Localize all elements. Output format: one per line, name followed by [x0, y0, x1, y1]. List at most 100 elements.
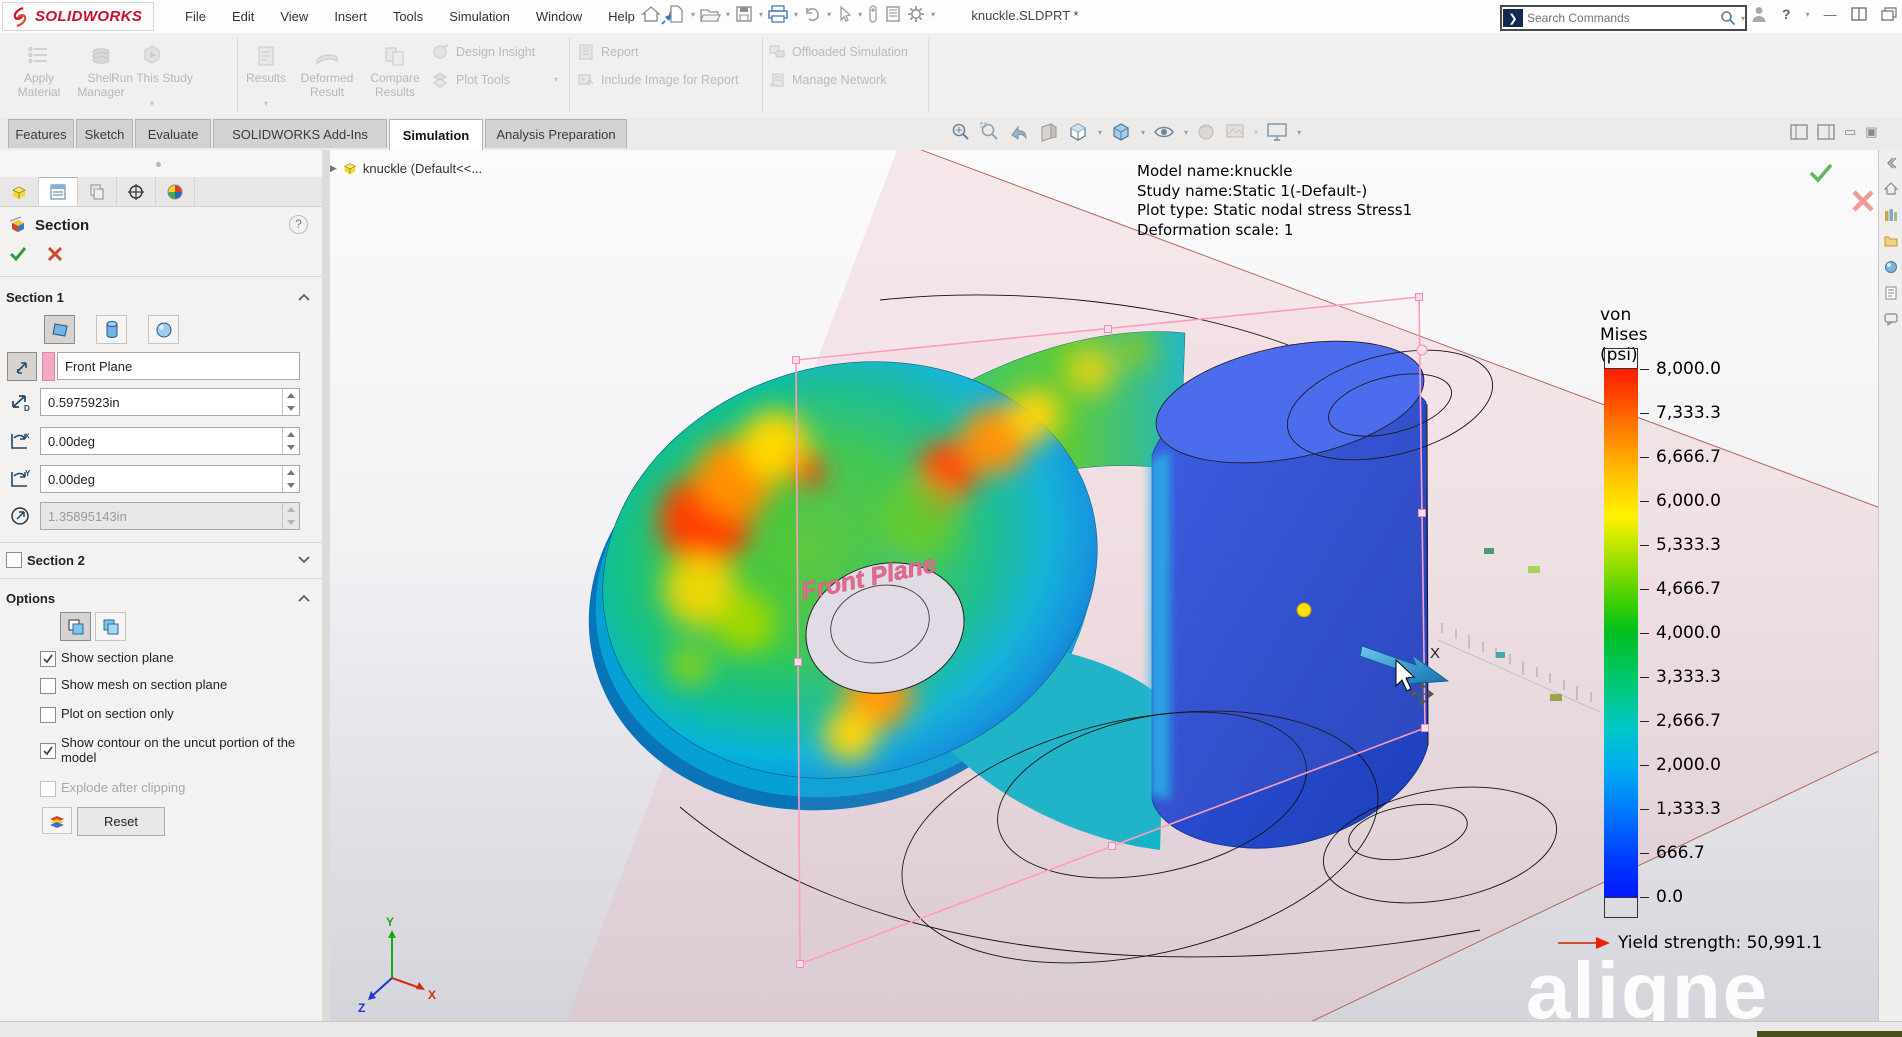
deformed-result-button[interactable]: Deformed Result — [294, 38, 360, 99]
previous-view-icon[interactable] — [1008, 121, 1030, 143]
undo-caret[interactable]: ▾ — [827, 10, 831, 19]
taskpane-expand-icon[interactable] — [1879, 150, 1902, 176]
menu-insert[interactable]: Insert — [334, 9, 367, 24]
view-settings-caret[interactable]: ▾ — [1297, 128, 1301, 137]
section-plane-type-button[interactable] — [44, 315, 75, 344]
breadcrumb-expand-icon[interactable]: ▶ — [330, 163, 337, 174]
menu-window[interactable]: Window — [536, 9, 582, 24]
feature-tree-flyout-strip[interactable] — [0, 150, 322, 178]
tab-display-manager[interactable] — [156, 177, 195, 206]
search-commands-box[interactable]: ❯ ▾ — [1500, 5, 1747, 31]
section1-group-header[interactable]: Section 1 — [0, 285, 322, 309]
display-style-icon[interactable] — [1109, 121, 1133, 143]
x-rotation-field[interactable]: 0.00deg — [40, 427, 300, 455]
offset-distance-field[interactable]: 0.5975923in — [40, 388, 300, 416]
taskpane-forum-icon[interactable] — [1879, 306, 1902, 332]
checkbox-plot-on-section[interactable]: Plot on section only — [40, 706, 174, 723]
confirm-ok-icon[interactable] — [1808, 162, 1834, 184]
taskpane-appearances-icon[interactable] — [1879, 254, 1902, 280]
checkbox-show-contour-uncut[interactable]: Show contour on the uncut portion of the… — [40, 735, 305, 765]
view-orientation-icon[interactable] — [1066, 121, 1090, 143]
section2-group-header[interactable]: Section 2 — [0, 548, 322, 572]
section-fringe-button[interactable] — [42, 807, 72, 834]
open-icon[interactable] — [699, 4, 721, 24]
y-rotation-spinner[interactable] — [282, 466, 299, 492]
taskpane-custom-properties-icon[interactable] — [1879, 280, 1902, 306]
search-caret[interactable]: ▾ — [1741, 14, 1745, 23]
design-insight-button[interactable]: Design Insight — [432, 43, 535, 61]
view-settings-icon[interactable] — [1265, 121, 1289, 143]
breadcrumb[interactable]: ▶ knuckle (Default<<... — [330, 160, 482, 176]
menu-file[interactable]: File — [185, 9, 206, 24]
tab-property-manager[interactable] — [39, 177, 78, 206]
intersection-zone-button-2[interactable] — [95, 612, 126, 641]
apply-scene-icon[interactable] — [1224, 121, 1246, 143]
compare-results-button[interactable]: Compare Results — [363, 38, 427, 99]
reset-button[interactable]: Reset — [77, 807, 165, 836]
reverse-direction-button[interactable] — [7, 352, 37, 381]
section-view-icon[interactable] — [1037, 121, 1059, 143]
pane-minimize-icon[interactable]: ▭ — [1844, 124, 1856, 140]
help-caret[interactable]: ▾ — [1806, 10, 1810, 19]
zoom-area-icon[interactable] — [979, 121, 1001, 143]
cascade-window-icon[interactable] — [1881, 7, 1897, 21]
select-caret[interactable]: ▾ — [858, 10, 862, 19]
confirm-cancel-icon[interactable] — [1850, 188, 1876, 214]
y-rotation-field[interactable]: 0.00deg — [40, 465, 300, 493]
open-caret[interactable]: ▾ — [726, 10, 730, 19]
save-icon[interactable] — [734, 4, 754, 24]
tab-dimxpert[interactable] — [117, 177, 156, 206]
tab-analysis-preparation[interactable]: Analysis Preparation — [485, 119, 627, 148]
hide-show-caret[interactable]: ▾ — [1184, 128, 1188, 137]
print-icon[interactable] — [767, 4, 789, 24]
hide-show-items-icon[interactable] — [1152, 121, 1176, 143]
menu-simulation[interactable]: Simulation — [449, 9, 510, 24]
tab-features[interactable]: Features — [8, 119, 74, 148]
new-caret[interactable]: ▾ — [691, 10, 695, 19]
split-pane-left-icon[interactable] — [1790, 124, 1808, 140]
origin-dot[interactable] — [1297, 603, 1311, 617]
menu-tools[interactable]: Tools — [393, 9, 423, 24]
include-image-report-button[interactable]: Include Image for Report — [577, 71, 739, 89]
search-input[interactable] — [1523, 11, 1719, 25]
ok-check-button[interactable] — [8, 245, 28, 263]
tab-solidworks-addins[interactable]: SOLIDWORKS Add-Ins — [213, 119, 387, 148]
edit-appearance-icon[interactable] — [1195, 121, 1217, 143]
section2-checkbox[interactable] — [6, 552, 22, 568]
section-cylinder-type-button[interactable] — [96, 315, 127, 344]
x-rotation-spinner[interactable] — [282, 428, 299, 454]
offset-distance-spinner[interactable] — [282, 389, 299, 415]
home-icon[interactable] — [640, 4, 662, 24]
apply-material-button[interactable]: Apply Material — [8, 38, 70, 99]
user-icon[interactable] — [1750, 4, 1768, 24]
restore-panes-icon[interactable] — [1851, 7, 1867, 21]
checkbox-show-mesh[interactable]: Show mesh on section plane — [40, 677, 227, 694]
manage-network-button[interactable]: Manage Network — [768, 71, 887, 89]
options-group-header[interactable]: Options — [0, 586, 322, 610]
zoom-fit-icon[interactable] — [950, 121, 972, 143]
menu-edit[interactable]: Edit — [232, 9, 254, 24]
tab-evaluate[interactable]: Evaluate — [135, 119, 211, 148]
split-pane-right-icon[interactable] — [1817, 124, 1835, 140]
section-sphere-type-button[interactable] — [148, 315, 179, 344]
taskpane-file-explorer-icon[interactable] — [1879, 228, 1902, 254]
new-document-icon[interactable] — [666, 4, 686, 24]
minimize-button[interactable]: — — [1824, 7, 1837, 22]
tab-sketch[interactable]: Sketch — [76, 119, 133, 148]
tab-configuration-manager[interactable] — [78, 177, 117, 206]
taskpane-design-library-icon[interactable] — [1879, 202, 1902, 228]
menu-help[interactable]: Help — [608, 9, 635, 24]
save-caret[interactable]: ▾ — [759, 10, 763, 19]
report-button[interactable]: Report — [577, 43, 639, 61]
undo-icon[interactable] — [802, 4, 822, 24]
select-icon[interactable] — [835, 4, 853, 24]
intersection-zone-button-1[interactable] — [60, 612, 91, 641]
tab-feature-manager[interactable] — [0, 177, 39, 206]
plot-tools-button[interactable]: Plot Tools ▾ — [432, 71, 510, 89]
display-style-caret[interactable]: ▾ — [1141, 128, 1145, 137]
print-caret[interactable]: ▾ — [794, 10, 798, 19]
plot-tools-caret[interactable]: ▾ — [554, 75, 558, 84]
menu-view[interactable]: View — [280, 9, 308, 24]
graphics-viewport[interactable]: Front Plane X — [330, 150, 1878, 1021]
help-button[interactable]: ? — [1782, 6, 1791, 22]
